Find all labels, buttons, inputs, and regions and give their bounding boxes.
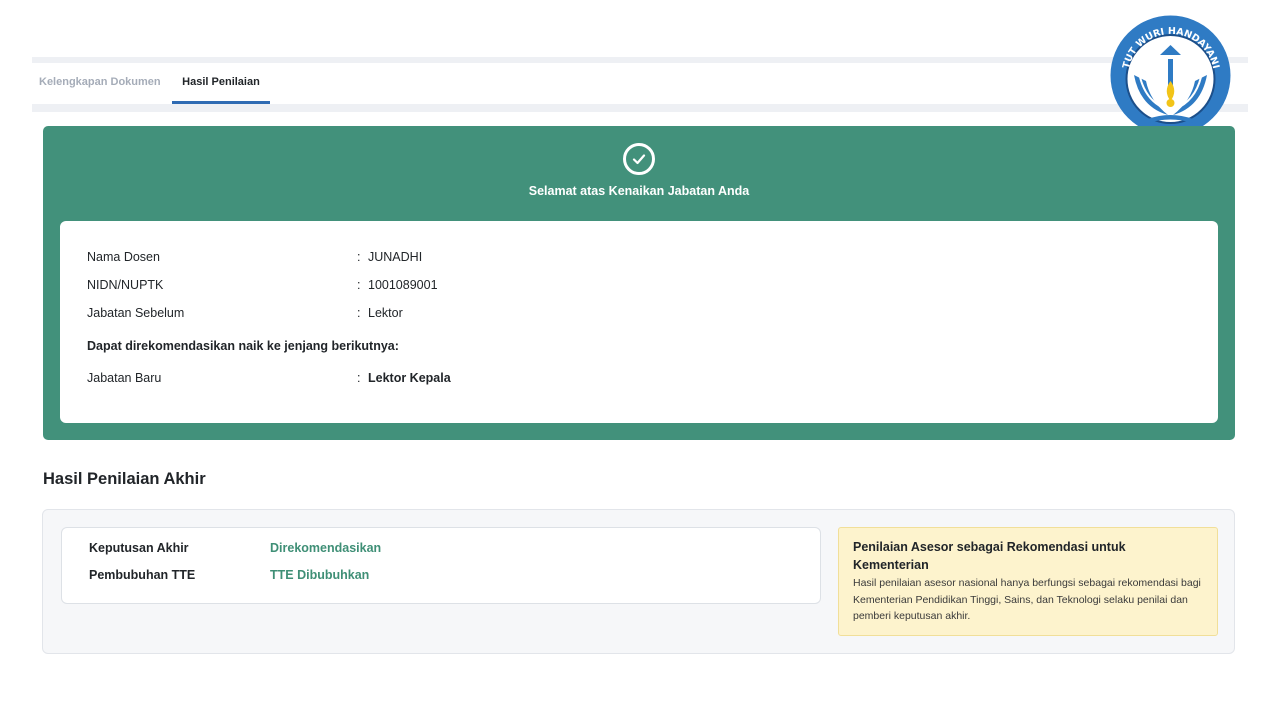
tab-hasil-penilaian[interactable]: Hasil Penilaian [172,63,270,104]
tte-row: Pembubuhan TTE TTE Dibubuhkan [89,565,789,585]
divider-band [32,104,1248,112]
jabatan-baru-value: Lektor Kepala [368,371,451,385]
nidn-value: 1001089001 [368,278,438,292]
assessor-note-box: Penilaian Asesor sebagai Rekomendasi unt… [838,527,1218,636]
jabatan-baru-label: Jabatan Baru [87,371,162,385]
decision-box: Keputusan Akhir Direkomendasikan Pembubu… [61,527,821,604]
jabatan-sebelum-value: Lektor [368,306,403,320]
separator: : [357,371,361,385]
keputusan-row: Keputusan Akhir Direkomendasikan [89,538,789,558]
lecturer-info-box: Nama Dosen : JUNADHI NIDN/NUPTK : 100108… [60,221,1218,423]
info-row-jabatan-baru: Jabatan Baru : Lektor Kepala [87,368,787,388]
note-text: Hasil penilaian asesor nasional hanya be… [853,577,1201,622]
separator: : [357,278,361,292]
tte-label: Pembubuhan TTE [89,568,196,582]
info-row-jabatan-sebelum: Jabatan Sebelum : Lektor [87,303,787,323]
keputusan-label: Keputusan Akhir [89,541,189,555]
nidn-label: NIDN/NUPTK [87,278,164,292]
separator: : [357,250,361,264]
success-card: Selamat atas Kenaikan Jabatan Anda Nama … [43,126,1235,440]
note-title: Penilaian Asesor sebagai Rekomendasi unt… [853,540,1126,572]
tte-value: TTE Dibubuhkan [270,568,370,582]
nama-value: JUNADHI [368,250,423,264]
recommendation-heading: Dapat direkomendasikan naik ke jenjang b… [87,339,399,353]
final-result-panel: Keputusan Akhir Direkomendasikan Pembubu… [42,509,1235,654]
nama-label: Nama Dosen [87,250,160,264]
tut-wuri-handayani-logo: TUT WURI HANDAYANI [1110,15,1231,136]
info-row-nidn: NIDN/NUPTK : 1001089001 [87,275,787,295]
jabatan-sebelum-label: Jabatan Sebelum [87,306,185,320]
check-circle-icon [623,143,655,175]
tab-bar: Kelengkapan Dokumen Hasil Penilaian [32,63,1248,104]
section-title-hasil-penilaian-akhir: Hasil Penilaian Akhir [43,470,206,488]
keputusan-value: Direkomendasikan [270,541,382,555]
info-row-nama: Nama Dosen : JUNADHI [87,247,787,267]
tab-kelengkapan-dokumen[interactable]: Kelengkapan Dokumen [29,63,171,104]
separator: : [357,306,361,320]
success-title: Selamat atas Kenaikan Jabatan Anda [528,184,750,198]
